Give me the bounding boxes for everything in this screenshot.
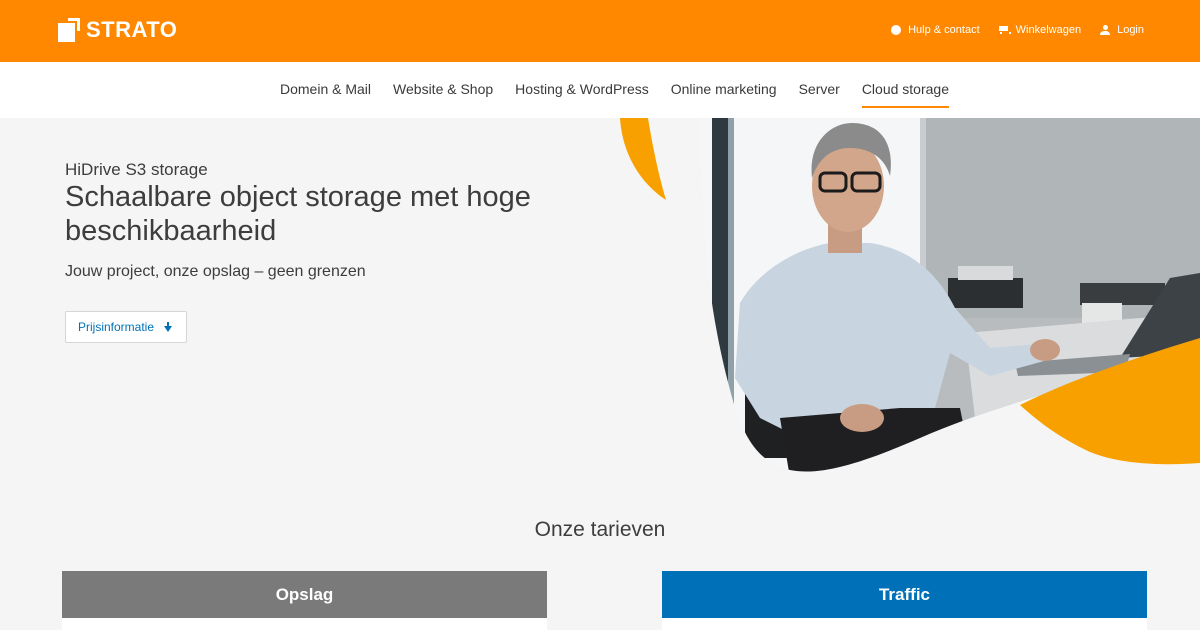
hero-eyebrow: HiDrive S3 storage [65,160,208,179]
strato-logo-icon [58,18,80,42]
price-info-label: Prijsinformatie [78,320,155,334]
pricing-card-traffic[interactable]: Traffic [662,571,1147,630]
brand-name: STRATO [86,17,178,42]
nav-item-cloud-storage[interactable]: Cloud storage [861,81,950,108]
hero-headline: Schaalbare object storage met hoge besch… [65,181,531,247]
user-icon [1100,25,1111,35]
nav-item-server[interactable]: Server [799,81,840,97]
nav-item-website-shop[interactable]: Website & Shop [393,81,493,97]
pricing-title: Onze tarieven [534,518,666,541]
help-contact-link[interactable]: Hulp & contact [891,24,980,36]
help-icon [891,25,902,35]
nav-item-domein-mail[interactable]: Domein & Mail [280,81,371,97]
nav-item-online-marketing[interactable]: Online marketing [671,81,777,97]
hero-section: HiDrive S3 storage Schaalbare object sto… [0,118,1200,478]
arrow-down-icon [163,321,173,333]
orange-shape-top [620,118,666,200]
main-nav: Domein & Mail Website & Shop Hosting & W… [0,62,1200,118]
pricing-card-storage[interactable]: Opslag [62,571,547,630]
nav-item-hosting-wordpress[interactable]: Hosting & WordPress [515,81,649,97]
top-bar: STRATO Hulp & contact Winkelwagen Login [0,0,1200,62]
cart-link[interactable]: Winkelwagen [998,24,1082,36]
pricing-card-header: Opslag [62,571,547,618]
hero-subline: Jouw project, onze opslag – geen grenzen [65,263,366,280]
pricing-card-header: Traffic [662,571,1147,618]
help-contact-label: Hulp & contact [908,24,980,36]
utility-nav: Hulp & contact Winkelwagen Login [891,24,1144,36]
login-label: Login [1117,24,1144,36]
strato-logo[interactable]: STRATO [58,17,177,43]
pricing-card-body [662,618,1147,630]
pricing-card-body [62,618,547,630]
cart-label: Winkelwagen [1015,24,1082,36]
price-info-button[interactable]: Prijsinformatie [65,311,187,343]
cart-icon [998,25,1011,35]
login-link[interactable]: Login [1100,24,1144,36]
